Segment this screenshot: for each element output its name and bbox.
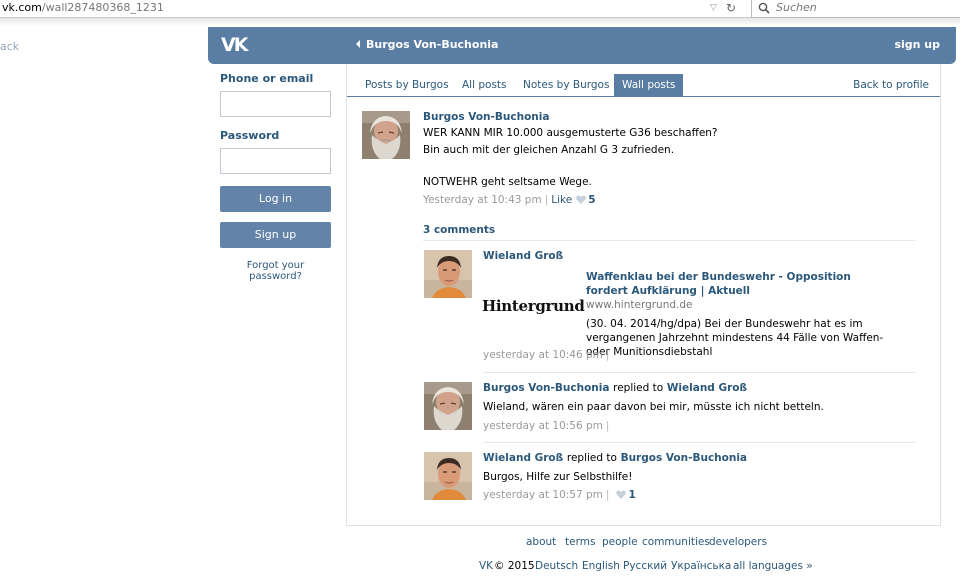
avatar-burgos-comment[interactable] xyxy=(424,382,472,430)
comment-3-like-count[interactable]: 1 xyxy=(628,489,635,501)
tab-all-posts[interactable]: All posts xyxy=(454,74,515,97)
meta-separator: | xyxy=(605,420,610,432)
replied-to-label: replied to xyxy=(613,382,664,394)
avatar-wieland-comment[interactable] xyxy=(424,452,472,500)
url-host: vk.com xyxy=(2,1,42,14)
back-link[interactable]: ack xyxy=(0,40,19,53)
comment-divider-2 xyxy=(483,442,915,443)
lang-russian[interactable]: Русский xyxy=(623,560,667,572)
footer-communities[interactable]: communities xyxy=(642,536,710,548)
footer-developers[interactable]: developers xyxy=(709,536,767,548)
comment-1-author[interactable]: Wieland Groß xyxy=(483,250,563,262)
meta-separator: | xyxy=(605,489,610,501)
avatar-burgos[interactable] xyxy=(362,111,410,159)
comment-1-link-description: (30. 04. 2014/hg/dpa) Bei der Bundeswehr… xyxy=(586,318,884,358)
comment-1-link-title[interactable]: Waffenklau bei der Bundeswehr - Oppositi… xyxy=(586,270,896,298)
wall-panel: Posts by Burgos All posts Notes by Burgo… xyxy=(346,64,941,526)
heart-icon[interactable] xyxy=(616,490,627,499)
post-author[interactable]: Burgos Von-Buchonia xyxy=(423,111,549,123)
footer-copyright: © 2015 xyxy=(494,560,535,572)
replied-to-label: replied to xyxy=(566,452,617,464)
like-count[interactable]: 5 xyxy=(588,194,595,206)
wall-tabs: Posts by Burgos All posts Notes by Burgo… xyxy=(347,74,940,97)
forgot-password-link[interactable]: Forgot your password? xyxy=(220,260,331,282)
comment-3-author[interactable]: Wieland Groß xyxy=(483,452,563,464)
lang-ukrainian[interactable]: Українська xyxy=(671,560,731,572)
refresh-icon[interactable]: ↻ xyxy=(726,0,736,16)
comment-2-meta: yesterday at 10:56 pm | xyxy=(483,420,612,432)
comment-1-link-domain[interactable]: www.hintergrund.de xyxy=(586,299,693,311)
footer-brand[interactable]: VK xyxy=(479,560,493,572)
comment-divider-1 xyxy=(483,372,915,373)
post-line-1: WER KANN MIR 10.000 ausgemusterte G36 be… xyxy=(423,127,718,139)
heart-icon[interactable] xyxy=(576,195,587,204)
header-signup-link[interactable]: sign up xyxy=(894,38,940,51)
comment-3-header: Wieland Groß replied to Burgos Von-Bucho… xyxy=(483,452,747,464)
comment-3-replied-to[interactable]: Burgos Von-Buchonia xyxy=(621,452,747,464)
comment-2-text: Wieland, wären ein paar davon bei mir, m… xyxy=(483,401,824,413)
toolbar-shadow xyxy=(0,18,960,26)
lang-all-languages[interactable]: all languages » xyxy=(733,560,813,572)
avatar-wieland[interactable] xyxy=(424,250,472,298)
comment-3-meta: yesterday at 10:57 pm | 1 xyxy=(483,489,636,501)
footer-terms[interactable]: terms xyxy=(565,536,595,548)
comment-2-author[interactable]: Burgos Von-Buchonia xyxy=(483,382,609,394)
post-time[interactable]: Yesterday at 10:43 pm xyxy=(423,194,542,206)
password-input[interactable] xyxy=(220,148,331,174)
post-meta: Yesterday at 10:43 pm | Like 5 xyxy=(423,194,596,206)
signup-button[interactable]: Sign up xyxy=(220,222,331,248)
footer-people[interactable]: people xyxy=(602,536,638,548)
comment-2-time[interactable]: yesterday at 10:56 pm xyxy=(483,420,603,432)
comment-1-meta: yesterday at 10:46 pm | xyxy=(483,349,612,361)
comments-divider xyxy=(423,240,915,241)
header-back-link[interactable]: Burgos Von-Buchonia xyxy=(356,38,498,51)
hintergrund-logo[interactable]: Hintergrund xyxy=(482,297,585,315)
phone-email-input[interactable] xyxy=(220,91,331,117)
comment-3-text: Burgos, Hilfe zur Selbsthilfe! xyxy=(483,471,633,483)
lang-english[interactable]: English xyxy=(582,560,620,572)
search-icon xyxy=(758,2,770,14)
comment-2-replied-to[interactable]: Wieland Groß xyxy=(667,382,747,394)
tab-posts-by-burgos[interactable]: Posts by Burgos xyxy=(357,74,457,97)
vk-logo[interactable]: VK xyxy=(221,36,248,55)
back-arrow-icon xyxy=(356,40,360,48)
vk-header: VK Burgos Von-Buchonia sign up xyxy=(208,27,956,64)
comments-count[interactable]: 3 comments xyxy=(423,224,495,236)
address-bar[interactable]: vk.com/wall287480368_1231 xyxy=(2,1,164,15)
url-path: /wall287480368_1231 xyxy=(41,1,164,14)
tab-notes-by-burgos[interactable]: Notes by Burgos xyxy=(515,74,617,97)
password-label: Password xyxy=(220,129,280,142)
avatar-burgos-comment-image xyxy=(424,382,472,430)
post-line-4: NOTWEHR geht seltsame Wege. xyxy=(423,176,592,188)
browser-search-input[interactable]: Suchen xyxy=(751,0,960,18)
avatar-wieland-comment-image xyxy=(424,452,472,500)
like-button[interactable]: Like xyxy=(551,194,572,206)
comment-2-header: Burgos Von-Buchonia replied to Wieland G… xyxy=(483,382,747,394)
avatar-burgos-image xyxy=(362,111,410,159)
browser-toolbar: vk.com/wall287480368_1231 ▽ ↻ Suchen xyxy=(0,0,960,18)
avatar-wieland-image xyxy=(424,250,472,298)
header-back-label: Burgos Von-Buchonia xyxy=(366,38,499,51)
comment-3-time[interactable]: yesterday at 10:57 pm xyxy=(483,489,603,501)
login-form: Phone or email Password Log in Sign up F… xyxy=(220,72,332,282)
meta-separator: | xyxy=(544,194,549,206)
meta-separator: | xyxy=(605,349,610,361)
footer-about[interactable]: about xyxy=(526,536,556,548)
login-button[interactable]: Log in xyxy=(220,186,331,212)
url-dropdown-icon[interactable]: ▽ xyxy=(710,0,717,16)
lang-deutsch[interactable]: Deutsch xyxy=(535,560,578,572)
post-line-2: Bin auch mit der gleichen Anzahl G 3 zuf… xyxy=(423,144,675,156)
search-placeholder: Suchen xyxy=(776,1,817,14)
phone-label: Phone or email xyxy=(220,72,314,85)
comment-1-time[interactable]: yesterday at 10:46 pm xyxy=(483,349,603,361)
back-to-profile-link[interactable]: Back to profile xyxy=(853,74,929,97)
tab-wall-posts[interactable]: Wall posts xyxy=(614,74,684,97)
